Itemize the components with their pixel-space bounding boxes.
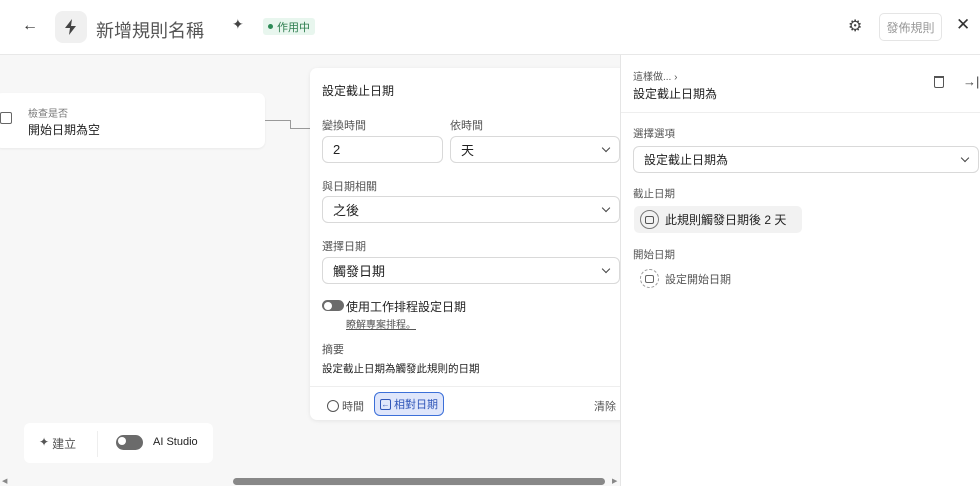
condition-label: 檢查是否 [28, 109, 68, 120]
date-label: 選擇日期 [322, 241, 366, 253]
summary-text: 設定截止日期為觸發此規則的日期 [322, 363, 480, 375]
start-date-value: 設定開始日期 [665, 273, 731, 286]
condition-card[interactable]: 檢查是否 開始日期為空 [0, 93, 265, 148]
popover-title: 設定截止日期 [322, 84, 395, 98]
horizontal-scrollbar[interactable]: ◀ ▶ [0, 477, 620, 486]
due-date-value: 此規則觸發日期後 2 天 [665, 213, 787, 227]
option-select[interactable]: 設定截止日期為 [633, 146, 979, 173]
scroll-right-icon[interactable]: ▶ [612, 477, 617, 485]
breadcrumb[interactable]: 這樣做... › [633, 68, 677, 83]
action-details-panel: 這樣做... › 設定截止日期為 →| 選擇選項 設定截止日期為 截止日期 此規… [620, 55, 980, 486]
panel-divider [621, 112, 980, 113]
status-label: 作用中 [277, 21, 310, 34]
date-select[interactable]: 觸發日期 [322, 257, 620, 284]
create-label: 建立 [52, 437, 77, 451]
condition-value: 開始日期為空 [28, 123, 101, 137]
toolbar-divider [97, 431, 98, 457]
set-due-date-popover: 設定截止日期 變換時間 依時間 2 天 與日期相關 之後 選擇日期 觸發日期 使… [310, 68, 620, 420]
relation-value: 之後 [333, 203, 360, 218]
offset-value: 2 [333, 142, 341, 157]
unit-value: 天 [461, 143, 475, 158]
close-icon[interactable]: ✕ [956, 15, 970, 35]
connector-line [290, 128, 310, 129]
chevron-down-icon [960, 153, 970, 162]
option-value: 設定截止日期為 [644, 153, 729, 167]
rule-canvas: 檢查是否 開始日期為空 設定截止日期 變換時間 依時間 2 天 與日期相關 之後… [0, 55, 620, 486]
clock-icon [327, 400, 339, 412]
scrollbar-thumb[interactable] [233, 478, 605, 485]
chevron-down-icon [601, 264, 611, 273]
schedule-toggle[interactable] [322, 300, 344, 311]
relation-select[interactable]: 之後 [322, 196, 620, 223]
due-date-chip[interactable]: 此規則觸發日期後 2 天 [634, 206, 802, 233]
due-date-label: 截止日期 [633, 188, 675, 200]
option-label: 選擇選項 [633, 128, 675, 140]
sparkle-icon: ✦ [39, 435, 50, 449]
panel-title: 設定截止日期為 [633, 87, 718, 101]
ai-studio-toggle[interactable] [116, 435, 143, 450]
collapse-panel-icon[interactable]: →| [963, 74, 979, 89]
gear-icon[interactable]: ⚙ [848, 16, 862, 36]
popover-footer-divider [310, 386, 620, 387]
tab-time-label: 時間 [342, 401, 364, 413]
relation-label: 與日期相關 [322, 181, 377, 193]
lightning-icon [55, 11, 87, 43]
unit-label: 依時間 [450, 120, 483, 132]
chevron-right-icon: › [674, 72, 678, 83]
calendar-icon [0, 112, 12, 124]
tab-time[interactable]: 時間 [327, 398, 364, 414]
back-button[interactable]: ← [22, 17, 38, 35]
breadcrumb-label: 這樣做... [633, 72, 672, 83]
status-badge: 作用中 [263, 18, 315, 35]
calendar-icon [640, 269, 659, 288]
chevron-down-icon [601, 143, 611, 152]
schedule-link[interactable]: 瞭解專案排程。 [346, 316, 416, 331]
connector-line [290, 120, 291, 128]
calendar-icon [640, 210, 659, 229]
tab-relative-date-label: 相對日期 [394, 399, 438, 411]
summary-label: 摘要 [322, 344, 344, 356]
header: ← 新增規則名稱 ✦ 作用中 ⚙ 發佈規則 ✕ [0, 0, 980, 55]
rule-title[interactable]: 新增規則名稱 [96, 17, 204, 43]
trash-icon[interactable] [934, 76, 944, 88]
bottom-toolbar: ✦ 建立 AI Studio [24, 423, 213, 463]
clear-button[interactable]: 清除 [594, 398, 616, 414]
offset-input[interactable]: 2 [322, 136, 443, 163]
status-dot-icon [268, 24, 273, 29]
start-date-label: 開始日期 [633, 249, 675, 261]
relative-date-icon: ← [380, 398, 391, 410]
tab-relative-date[interactable]: ← 相對日期 [374, 392, 444, 416]
date-value: 觸發日期 [333, 264, 386, 279]
create-button[interactable]: ✦ 建立 [39, 435, 76, 452]
sparkle-icon[interactable]: ✦ [232, 16, 244, 33]
chevron-down-icon [601, 203, 611, 212]
scroll-left-icon[interactable]: ◀ [2, 477, 7, 485]
schedule-toggle-label: 使用工作排程設定日期 [346, 300, 467, 314]
set-start-date-button[interactable]: 設定開始日期 [640, 269, 731, 288]
connector-line [265, 120, 291, 121]
publish-button[interactable]: 發佈規則 [879, 13, 942, 41]
offset-label: 變換時間 [322, 120, 366, 132]
unit-select[interactable]: 天 [450, 136, 620, 163]
ai-studio-label: AI Studio [153, 436, 198, 448]
